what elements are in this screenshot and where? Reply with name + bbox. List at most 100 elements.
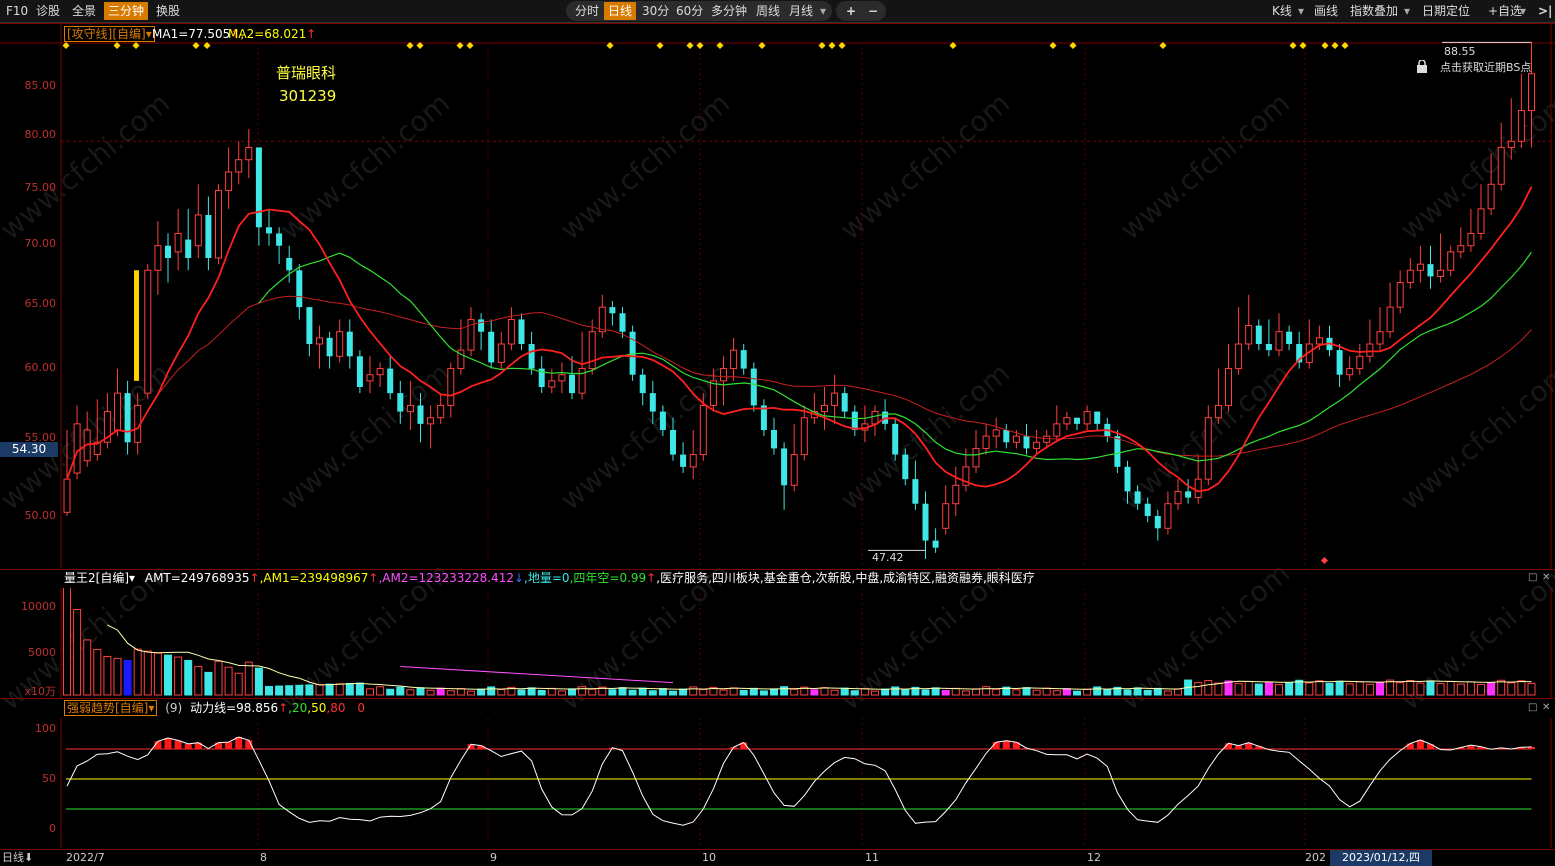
- volume-bar: [345, 682, 354, 696]
- volume-bar: [679, 688, 688, 696]
- candle-body-down: [1185, 491, 1192, 498]
- volume-bar: [164, 654, 172, 696]
- tab-monthly[interactable]: 月线: [785, 2, 817, 20]
- candle-body-down: [892, 423, 899, 455]
- candle-body-down: [659, 411, 666, 430]
- zoom-in-button[interactable]: +: [842, 2, 860, 20]
- bottom-period-tab[interactable]: 日线⬇: [2, 851, 33, 865]
- candle-body-up: [790, 454, 798, 486]
- panorama-button[interactable]: 全景: [68, 2, 100, 20]
- candle-body-up: [1528, 73, 1535, 112]
- collapse-panel-icon[interactable]: >|: [1534, 2, 1555, 20]
- diagnose-button[interactable]: 诊股: [32, 2, 64, 20]
- tab-daily[interactable]: 日线: [604, 2, 637, 20]
- kline-dropdown-icon[interactable]: ▾: [1294, 2, 1308, 20]
- volume-bar: [456, 688, 465, 696]
- osc-value: 动力线=98.856: [190, 701, 279, 715]
- sell-signal-diamond: [1320, 556, 1329, 565]
- volume-bar: [1143, 689, 1152, 696]
- volume-bar: [982, 686, 991, 696]
- osc-indicator-selector[interactable]: 强弱趋势[自编]▾: [64, 700, 158, 716]
- volume-bar: [951, 687, 960, 696]
- candle-body-up: [1416, 263, 1424, 271]
- tab-weekly[interactable]: 周线: [752, 2, 784, 20]
- volume-bar: [1426, 680, 1435, 696]
- volume-bar: [618, 687, 627, 696]
- volume-bar: [1376, 681, 1384, 696]
- volume-bar: [810, 689, 819, 696]
- volume-bar: [1163, 690, 1172, 696]
- draw-line-button[interactable]: 画线: [1310, 2, 1342, 20]
- volume-bar: [355, 682, 364, 696]
- candle-body-up: [972, 447, 980, 468]
- monthly-dropdown-icon[interactable]: ▾: [816, 2, 830, 20]
- volume-bar: [153, 652, 162, 696]
- panel-divider-2: [0, 698, 1555, 699]
- lock-icon[interactable]: [1416, 59, 1428, 73]
- volume-bar: [1406, 680, 1415, 696]
- amt-value: AMT=249768935: [144, 571, 250, 585]
- candle-body-down: [922, 503, 929, 541]
- bs-point-hint[interactable]: 点击获取近期BS点: [1440, 61, 1531, 75]
- candle-body-up: [366, 374, 374, 382]
- top-toolbar: F10 诊股 全景 三分钟 换股 分时 日线 30分 60分 多分钟 周线 月线…: [0, 0, 1555, 23]
- switch-stock-button[interactable]: 换股: [152, 2, 184, 20]
- volume-bar: [739, 689, 748, 696]
- osc-maximize-icon[interactable]: □: [1528, 702, 1537, 713]
- zoom-out-button[interactable]: −: [864, 2, 882, 20]
- volume-bar: [83, 639, 92, 696]
- kline-button[interactable]: K线: [1268, 2, 1296, 20]
- volume-bar: [477, 688, 486, 696]
- volume-bar: [1133, 687, 1142, 696]
- volume-bar: [1416, 682, 1425, 696]
- volume-bar: [1365, 683, 1374, 696]
- candle-body-up: [1245, 325, 1253, 345]
- volume-bar: [568, 688, 576, 696]
- volume-bar: [921, 689, 930, 696]
- vol-close-icon[interactable]: ✕: [1542, 572, 1550, 583]
- candle-body-up: [1447, 251, 1455, 271]
- volume-bar: [366, 688, 374, 696]
- volume-bar: [840, 687, 849, 696]
- tab-30min[interactable]: 30分: [638, 2, 673, 20]
- watchlist-dropdown-icon[interactable]: ▾: [1516, 2, 1530, 20]
- volume-bar: [1477, 684, 1485, 696]
- candle-body-up: [689, 454, 697, 468]
- vol-maximize-icon[interactable]: □: [1528, 572, 1537, 583]
- volume-bar: [1204, 680, 1213, 696]
- tab-intraday[interactable]: 分时: [571, 2, 603, 20]
- volume-bar: [275, 685, 284, 696]
- f10-button[interactable]: F10: [2, 2, 32, 20]
- candle-body-up: [1063, 417, 1071, 425]
- candle-body-up: [1477, 208, 1485, 234]
- candlestick-chart[interactable]: [0, 22, 1555, 570]
- tab-60min[interactable]: 60分: [672, 2, 707, 20]
- volume-bar: [901, 689, 910, 696]
- index-overlay-dropdown-icon[interactable]: ▾: [1400, 2, 1414, 20]
- candle-body-down: [185, 239, 192, 258]
- volume-bar: [93, 648, 102, 696]
- volume-bar: [1446, 680, 1455, 696]
- candle-body-up: [942, 503, 950, 529]
- volume-bar: [557, 690, 566, 696]
- volume-bar: [1497, 679, 1506, 696]
- tab-multi-minute[interactable]: 多分钟: [707, 2, 751, 20]
- osc-close-icon[interactable]: ✕: [1542, 702, 1550, 713]
- low-price-label: 47.42: [872, 551, 904, 564]
- candle-body-down: [1255, 325, 1262, 344]
- volume-bar: [1073, 690, 1081, 696]
- volume-chart[interactable]: [0, 588, 1555, 698]
- oscillator-chart[interactable]: [0, 718, 1555, 848]
- three-minute-button[interactable]: 三分钟: [104, 2, 149, 20]
- volume-bar: [547, 687, 556, 696]
- volume-bar: [224, 666, 233, 696]
- candle-body-down: [670, 430, 676, 455]
- volume-bar: [305, 684, 314, 696]
- index-overlay-button[interactable]: 指数叠加: [1346, 2, 1402, 20]
- volume-bar: [1062, 688, 1071, 696]
- candle-body-up: [1214, 404, 1222, 419]
- date-locate-button[interactable]: 日期定位: [1418, 2, 1474, 20]
- volume-indicator-selector[interactable]: 量王2[自编]▾: [64, 571, 135, 585]
- volume-bar: [325, 683, 334, 696]
- candle-body-up: [558, 374, 566, 382]
